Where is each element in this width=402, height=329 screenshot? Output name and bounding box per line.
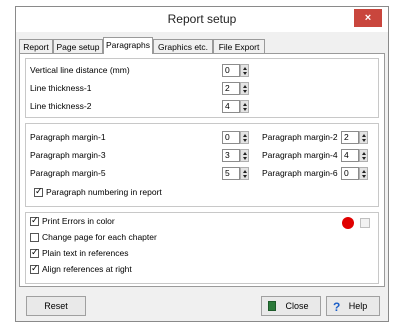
paragraph-margin-3-spinner[interactable] <box>240 149 249 162</box>
paragraph-margin-3-input[interactable]: 3 <box>222 149 240 162</box>
title-bar: Report setup × <box>16 7 388 32</box>
paragraph-margin-5-label: Paragraph margin-5 <box>30 168 106 178</box>
error-color-swatch[interactable] <box>342 217 354 229</box>
plain-text-references-label: Plain text in references <box>42 248 129 258</box>
tab-graphics[interactable]: Graphics etc. <box>153 39 213 53</box>
change-page-chapter-label: Change page for each chapter <box>42 232 157 242</box>
paragraph-numbering-label: Paragraph numbering in report <box>46 187 162 197</box>
line-thickness-2-label: Line thickness-2 <box>30 101 92 111</box>
paragraph-margin-6-spinner[interactable] <box>359 167 368 180</box>
paragraph-margin-4-spinner[interactable] <box>359 149 368 162</box>
paragraph-margin-1-label: Paragraph margin-1 <box>30 132 106 142</box>
plain-text-references-checkbox[interactable] <box>30 247 39 258</box>
help-button-label: Help <box>348 301 368 311</box>
options-group: Print Errors in color Change page for ea… <box>25 212 379 284</box>
line-thickness-1-spinner[interactable] <box>240 82 249 95</box>
reset-button[interactable]: Reset <box>26 296 86 316</box>
paragraph-margin-6-label: Paragraph margin-6 <box>262 168 338 178</box>
align-references-right-label: Align references at right <box>42 264 132 274</box>
tab-page-setup[interactable]: Page setup <box>53 39 103 53</box>
paragraph-numbering-checkbox[interactable] <box>34 186 43 197</box>
paragraph-margin-2-input[interactable]: 2 <box>341 131 359 144</box>
paragraph-margin-4-input[interactable]: 4 <box>341 149 359 162</box>
paragraph-margin-4-label: Paragraph margin-4 <box>262 150 338 160</box>
paragraph-margin-2-label: Paragraph margin-2 <box>262 132 338 142</box>
door-exit-icon <box>268 301 276 311</box>
paragraph-margin-1-spinner[interactable] <box>240 131 249 144</box>
tab-file-export[interactable]: File Export <box>213 39 265 53</box>
paragraph-margin-5-input[interactable]: 5 <box>222 167 240 180</box>
paragraph-margin-5-spinner[interactable] <box>240 167 249 180</box>
close-button-label: Close <box>285 301 309 311</box>
paragraph-margin-2-spinner[interactable] <box>359 131 368 144</box>
print-errors-color-label: Print Errors in color <box>42 216 115 226</box>
help-button[interactable]: ? Help <box>326 296 380 316</box>
paragraph-margin-1-input[interactable]: 0 <box>222 131 240 144</box>
change-page-chapter-checkbox[interactable] <box>30 233 39 242</box>
paragraph-margin-6-input[interactable]: 0 <box>341 167 359 180</box>
tab-report[interactable]: Report <box>19 39 53 53</box>
print-errors-color-checkbox[interactable] <box>30 215 39 226</box>
vertical-line-distance-label: Vertical line distance (mm) <box>30 65 130 75</box>
close-button[interactable]: Close <box>261 296 321 316</box>
paragraphs-panel: Vertical line distance (mm) 0 Line thick… <box>19 53 385 287</box>
report-setup-dialog: Report setup × Report Page setup Paragra… <box>15 6 389 322</box>
line-thickness-1-label: Line thickness-1 <box>30 83 92 93</box>
align-references-right-checkbox[interactable] <box>30 263 39 274</box>
line-thickness-2-input[interactable]: 4 <box>222 100 240 113</box>
vertical-line-distance-spinner[interactable] <box>240 64 249 77</box>
line-thickness-1-input[interactable]: 2 <box>222 82 240 95</box>
tab-paragraphs[interactable]: Paragraphs <box>103 37 153 54</box>
color-picker-box[interactable] <box>360 218 370 228</box>
window-close-button[interactable]: × <box>354 9 382 27</box>
window-title: Report setup <box>167 12 237 26</box>
vertical-line-distance-input[interactable]: 0 <box>222 64 240 77</box>
line-settings-group: Vertical line distance (mm) 0 Line thick… <box>25 58 379 118</box>
paragraph-margin-3-label: Paragraph margin-3 <box>30 150 106 160</box>
question-mark-icon: ? <box>333 300 341 314</box>
line-thickness-2-spinner[interactable] <box>240 100 249 113</box>
paragraph-margins-group: Paragraph margin-1 0 Paragraph margin-2 … <box>25 123 379 207</box>
